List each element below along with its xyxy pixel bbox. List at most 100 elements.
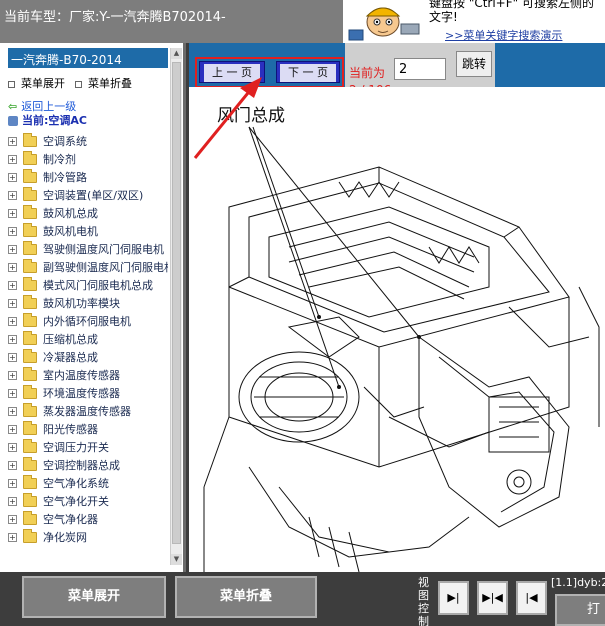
tree-item[interactable]: + 空调系统	[8, 132, 168, 150]
next-page-button[interactable]: 下 一 页	[276, 61, 340, 83]
folder-icon	[23, 438, 37, 453]
tree-item-label: 副驾驶侧温度风门伺服电机	[43, 261, 168, 274]
tree-item[interactable]: + 阳光传感器	[8, 420, 168, 438]
tree-item[interactable]: + 空气净化系统	[8, 474, 168, 492]
scroll-down-icon[interactable]: ▼	[171, 554, 182, 565]
expand-node-icon[interactable]: +	[8, 478, 17, 488]
collapse-menu-button[interactable]: 菜单折叠	[175, 576, 317, 618]
page-number-input[interactable]	[394, 58, 446, 80]
view-split-button[interactable]: ▶|◀	[477, 581, 508, 615]
tree-item-label: 空调系统	[43, 135, 87, 148]
expand-node-icon[interactable]: +	[8, 406, 17, 416]
expand-icon	[8, 80, 15, 88]
folder-icon	[23, 150, 37, 165]
folder-icon	[23, 240, 37, 255]
folder-icon	[23, 312, 37, 327]
prev-page-button[interactable]: 上 一 页	[199, 61, 265, 83]
expand-node-icon[interactable]: +	[8, 460, 17, 470]
current-vehicle-title: 当前车型：厂家:Y-一汽奔腾B702014-	[4, 10, 226, 25]
tree-item-label: 内外循环伺服电机	[43, 315, 131, 328]
prev-page-label: 上 一 页	[204, 64, 260, 82]
tree-item[interactable]: + 空调装置(单区/双区)	[8, 186, 168, 204]
expand-node-icon[interactable]: +	[8, 316, 17, 326]
folder-icon	[23, 132, 37, 147]
menu-toggle-links: 菜单展开 菜单折叠	[8, 68, 168, 94]
tree-item-label: 空气净化开关	[43, 495, 109, 508]
expand-node-icon[interactable]: +	[8, 190, 17, 200]
back-link[interactable]: ⇦ 返回上一级	[8, 98, 168, 113]
tree-item[interactable]: + 模式风门伺服电机总成	[8, 276, 168, 294]
tree-item[interactable]: + 副驾驶侧温度风门伺服电机	[8, 258, 168, 276]
expand-node-icon[interactable]: +	[8, 298, 17, 308]
tree-item[interactable]: + 压缩机总成	[8, 330, 168, 348]
tree-item[interactable]: + 空调控制器总成	[8, 456, 168, 474]
search-demo-link[interactable]: >>菜单关键字搜索演示	[445, 27, 562, 43]
expand-node-icon[interactable]: +	[8, 154, 17, 164]
collapse-icon	[75, 80, 82, 88]
tree-item[interactable]: + 内外循环伺服电机	[8, 312, 168, 330]
expand-node-icon[interactable]: +	[8, 514, 17, 524]
view-right-button[interactable]: |◀	[516, 581, 547, 615]
tree-item-label: 室内温度传感器	[43, 369, 120, 382]
sidebar-scrollbar[interactable]: ▲ ▼	[170, 48, 182, 565]
print-button[interactable]: 打	[555, 594, 605, 626]
scroll-up-icon[interactable]: ▲	[171, 48, 182, 59]
folder-icon	[23, 384, 37, 399]
expand-node-icon[interactable]: +	[8, 496, 17, 506]
tree-item[interactable]: + 环境温度传感器	[8, 384, 168, 402]
search-hint: 键盘按 "Ctrl+F" 可搜索左侧的文字!	[429, 0, 594, 24]
tree-item[interactable]: + 制冷管路	[8, 168, 168, 186]
folder-icon	[23, 168, 37, 183]
tree-item[interactable]: + 鼓风机功率模块	[8, 294, 168, 312]
expand-node-icon[interactable]: +	[8, 136, 17, 146]
current-node: 当前:空调AC	[8, 112, 168, 128]
tree-item[interactable]: + 冷凝器总成	[8, 348, 168, 366]
expand-menu-link[interactable]: 菜单展开	[8, 75, 65, 94]
expand-node-icon[interactable]: +	[8, 172, 17, 182]
diagram-title: 风门总成	[217, 106, 285, 126]
current-page-label: 当前为	[349, 66, 386, 80]
collapse-menu-label: 菜单折叠	[88, 77, 132, 90]
folder-icon	[23, 222, 37, 237]
collapse-menu-link[interactable]: 菜单折叠	[75, 75, 132, 94]
tree-item-label: 空气净化系统	[43, 477, 109, 490]
tree-item[interactable]: + 制冷剂	[8, 150, 168, 168]
tree-item[interactable]: + 鼓风机电机	[8, 222, 168, 240]
expand-node-icon[interactable]: +	[8, 208, 17, 218]
bottom-toolbar: 菜单展开 菜单折叠 视图控制 ▶| ▶|◀ |◀ [1.1]dyb:2 打	[0, 572, 605, 626]
expand-node-icon[interactable]: +	[8, 388, 17, 398]
tree-item[interactable]: + 室内温度传感器	[8, 366, 168, 384]
expand-menu-label: 菜单展开	[21, 77, 65, 90]
folder-icon	[23, 258, 37, 273]
tree-item[interactable]: + 鼓风机总成	[8, 204, 168, 222]
tree-item-label: 制冷剂	[43, 153, 76, 166]
expand-menu-button[interactable]: 菜单展开	[22, 576, 166, 618]
expand-node-icon[interactable]: +	[8, 352, 17, 362]
folder-icon	[23, 474, 37, 489]
scrollbar-thumb[interactable]	[172, 62, 181, 544]
tree-item[interactable]: + 空调压力开关	[8, 438, 168, 456]
expand-node-icon[interactable]: +	[8, 262, 17, 272]
tree-item[interactable]: + 驾驶侧温度风门伺服电机	[8, 240, 168, 258]
tree-item-label: 鼓风机总成	[43, 207, 98, 220]
folder-icon	[23, 510, 37, 525]
expand-node-icon[interactable]: +	[8, 244, 17, 254]
expand-node-icon[interactable]: +	[8, 226, 17, 236]
expand-node-icon[interactable]: +	[8, 424, 17, 434]
expand-node-icon[interactable]: +	[8, 370, 17, 380]
tree-item-label: 空气净化器	[43, 513, 98, 526]
folder-icon	[23, 186, 37, 201]
tree-item[interactable]: + 空气净化器	[8, 510, 168, 528]
sidebar: 一汽奔腾-B70-2014 菜单展开 菜单折叠 ⇦ 返回上一级 当前:空调AC +…	[0, 43, 186, 572]
expand-node-icon[interactable]: +	[8, 442, 17, 452]
expand-node-icon[interactable]: +	[8, 280, 17, 290]
tree-item-label: 制冷管路	[43, 171, 87, 184]
expand-node-icon[interactable]: +	[8, 334, 17, 344]
tree-item[interactable]: + 净化炭网	[8, 528, 168, 546]
jump-button[interactable]: 跳转	[456, 51, 492, 77]
tree-item[interactable]: + 空气净化开关	[8, 492, 168, 510]
tree-item[interactable]: + 蒸发器温度传感器	[8, 402, 168, 420]
tree-item-label: 驾驶侧温度风门伺服电机	[43, 243, 164, 256]
view-left-button[interactable]: ▶|	[438, 581, 469, 615]
expand-node-icon[interactable]: +	[8, 532, 17, 542]
